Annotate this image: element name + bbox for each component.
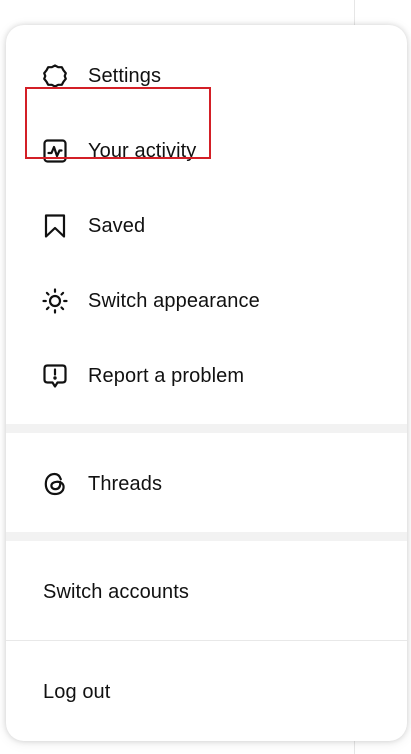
report-icon xyxy=(42,363,68,389)
menu-item-saved[interactable]: Saved xyxy=(6,190,407,262)
menu-item-switch-accounts[interactable]: Switch accounts xyxy=(6,556,407,628)
menu-item-label: Settings xyxy=(88,64,162,87)
menu-item-report-a-problem[interactable]: Report a problem xyxy=(6,340,407,412)
threads-icon xyxy=(42,471,68,497)
menu-item-label: Saved xyxy=(88,214,146,237)
menu-item-threads[interactable]: Threads xyxy=(6,448,407,520)
menu-item-label: Log out xyxy=(43,680,111,703)
menu-section-separator xyxy=(6,424,407,433)
menu-item-log-out[interactable]: Log out xyxy=(6,656,407,728)
more-menu: Settings Your activity Saved Switch appe… xyxy=(6,25,407,741)
sun-icon xyxy=(42,288,68,314)
menu-section-separator xyxy=(6,532,407,541)
gear-icon xyxy=(42,63,68,89)
menu-item-switch-appearance[interactable]: Switch appearance xyxy=(6,265,407,337)
menu-item-label: Threads xyxy=(88,472,163,495)
menu-item-settings[interactable]: Settings xyxy=(6,40,407,112)
menu-item-label: Report a problem xyxy=(88,364,245,387)
menu-item-your-activity[interactable]: Your activity xyxy=(6,115,407,187)
menu-item-label: Switch appearance xyxy=(88,289,260,312)
menu-item-label: Your activity xyxy=(88,139,197,162)
menu-item-divider xyxy=(6,640,407,641)
menu-item-label: Switch accounts xyxy=(43,580,190,603)
activity-icon xyxy=(42,138,68,164)
bookmark-icon xyxy=(42,213,68,239)
